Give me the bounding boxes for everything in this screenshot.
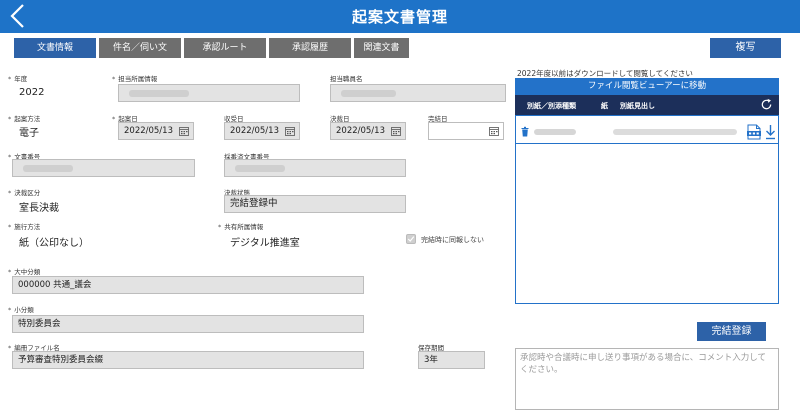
method-value: 電子 xyxy=(19,128,39,139)
download-icon[interactable] xyxy=(765,124,776,140)
staff-label: 担当職員名 xyxy=(330,75,363,83)
received-date-field[interactable]: 2022/05/13 xyxy=(224,122,300,140)
file-table-header: 別紙／別添種類 紙 別紙見出し xyxy=(515,95,779,115)
file-name-field[interactable]: 予算審査特別委員会綴 xyxy=(12,351,364,369)
file-viewer-button[interactable]: ファイル閲覧ビューアーに移動 xyxy=(515,78,779,95)
method-label: * 起案方法 xyxy=(8,115,41,123)
tab-related-docs[interactable]: 関連文書 xyxy=(354,38,409,58)
tab-approval-route[interactable]: 承認ルート xyxy=(184,38,266,58)
refresh-icon[interactable] xyxy=(760,98,773,111)
shared-dept-label: * 共有所属情報 xyxy=(218,223,264,231)
trash-icon[interactable] xyxy=(521,126,529,137)
dept-label: * 担当所属情報 xyxy=(112,75,158,83)
calendar-icon[interactable] xyxy=(179,126,189,136)
complete-registration-button[interactable]: 完結登録 xyxy=(697,322,766,341)
calendar-icon[interactable] xyxy=(489,126,499,136)
dept-field[interactable] xyxy=(118,84,300,102)
calendar-icon[interactable] xyxy=(391,126,401,136)
doc-no-field[interactable] xyxy=(12,159,195,177)
year-value: 2022 xyxy=(19,87,45,98)
draft-date-field[interactable]: 2022/05/13 xyxy=(118,122,194,140)
comment-input[interactable] xyxy=(515,348,779,410)
assigned-no-field[interactable] xyxy=(224,159,406,177)
app-header: 起案文書管理 xyxy=(0,0,800,33)
no-sync-checkbox[interactable] xyxy=(406,234,416,244)
minor-cat-label: * 小分類 xyxy=(8,306,34,314)
decision-type-label: * 決裁区分 xyxy=(8,189,41,197)
file-list xyxy=(515,115,779,304)
calendar-icon[interactable] xyxy=(285,126,295,136)
no-sync-label: 完結時に同報しない xyxy=(421,236,484,244)
page-title: 起案文書管理 xyxy=(351,8,448,26)
minor-cat-field[interactable]: 特別委員会 xyxy=(12,315,364,333)
pdf-icon[interactable] xyxy=(747,124,761,140)
major-cat-field[interactable]: 000000 共通_議会 xyxy=(12,276,364,294)
execution-label: * 施行方法 xyxy=(8,223,41,231)
major-cat-label: * 大中分類 xyxy=(8,268,41,276)
tab-approval-history[interactable]: 承認履歴 xyxy=(269,38,351,58)
decision-date-field[interactable]: 2022/05/13 xyxy=(330,122,406,140)
col-type: 別紙／別添種類 xyxy=(527,102,576,110)
staff-field[interactable] xyxy=(330,84,506,102)
tab-subject[interactable]: 件名／伺い文 xyxy=(99,38,181,58)
col-paper: 紙 xyxy=(601,102,608,110)
shared-dept-value: デジタル推進室 xyxy=(230,238,300,249)
copy-button[interactable]: 複写 xyxy=(710,38,781,58)
col-title: 別紙見出し xyxy=(620,102,655,110)
decision-status-field[interactable]: 完結登録中 xyxy=(224,195,406,213)
tab-document-info[interactable]: 文書情報 xyxy=(14,38,96,58)
file-row xyxy=(516,120,778,144)
completion-date-field[interactable] xyxy=(428,122,504,140)
decision-type-value: 室長決裁 xyxy=(19,203,59,214)
execution-value: 紙（公印なし） xyxy=(19,238,89,249)
year-label: * 年度 xyxy=(8,75,28,83)
retention-field[interactable]: 3年 xyxy=(418,351,485,369)
